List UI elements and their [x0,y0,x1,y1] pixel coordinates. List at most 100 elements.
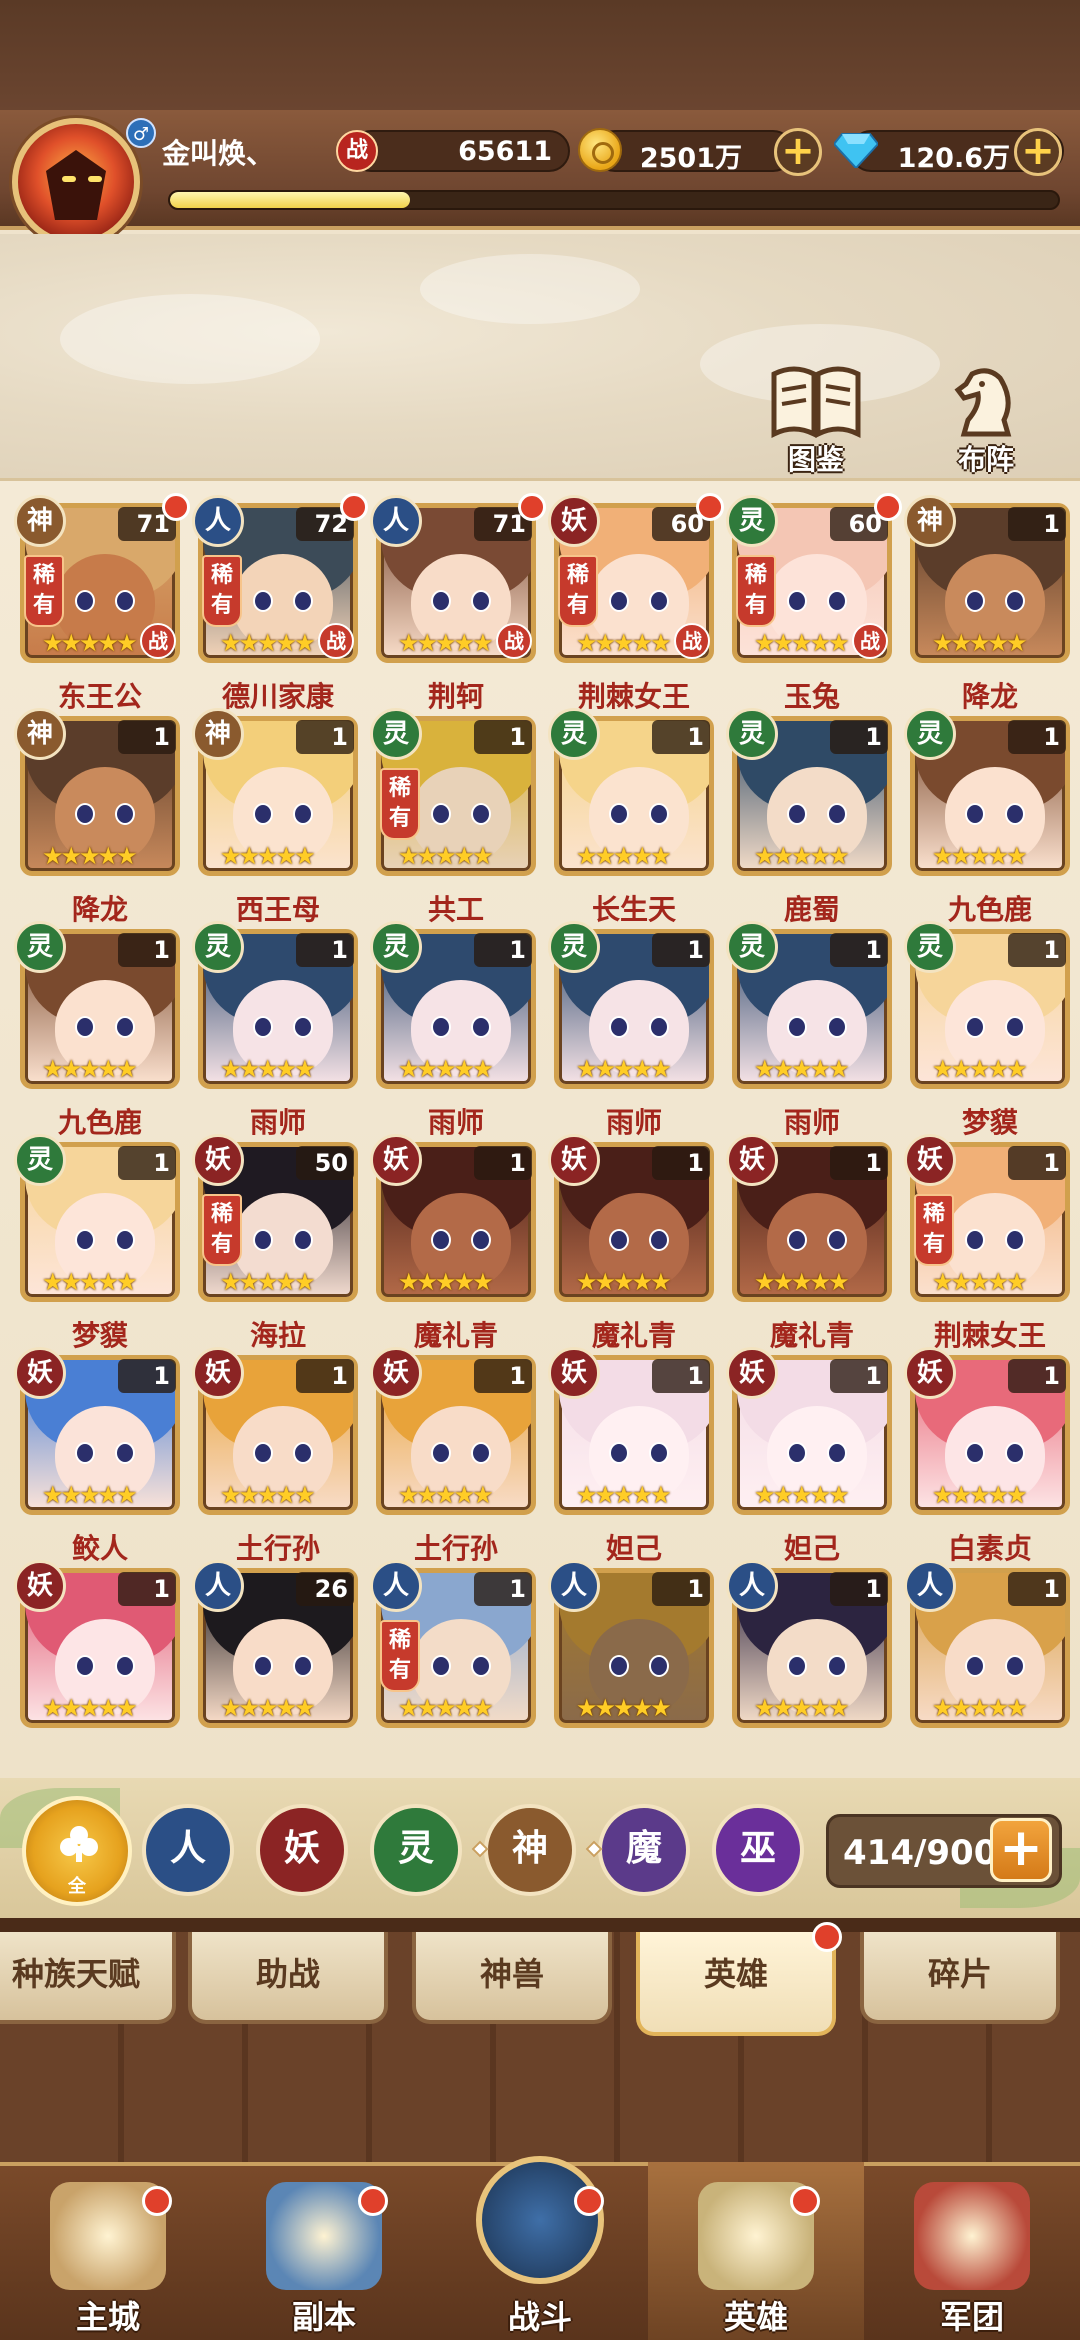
hero-card[interactable]: 人 1 稀有 ★★★★★ [370,1560,536,1728]
star-rating: ★★★★★ [576,1481,672,1509]
filter-all-button[interactable]: 全 [22,1796,132,1906]
nav-item[interactable]: 军团 [864,2162,1080,2340]
hero-card[interactable]: 灵 1 ★★★★★ 雨师 [726,921,892,1139]
hero-card[interactable]: 妖 1 ★★★★★ 土行孙 [192,1347,358,1565]
hero-card[interactable]: 妖 1 ★★★★★ 白素贞 [904,1347,1070,1565]
star-rating: ★★★★★ [220,629,316,657]
star-rating: ★★★★★ [754,1481,850,1509]
star-rating: ★★★★★ [932,842,1028,870]
hero-card[interactable]: 灵 1 ★★★★★ 梦貘 [904,921,1070,1139]
hero-card[interactable]: 灵 60 稀有 ★★★★★ 战玉兔 [726,493,902,713]
hero-card[interactable]: 妖 1 ★★★★★ 魔礼青 [548,1134,714,1352]
add-gold-button[interactable]: + [774,128,822,176]
sub-tab[interactable]: 英雄 [636,1922,842,2036]
hero-card[interactable]: 人 1 ★★★★★ [548,1560,714,1728]
star-rating: ★★★★★ [932,629,1028,657]
sub-tab[interactable]: 种族天赋 [0,1932,176,2024]
hero-card[interactable]: 人 71 ★★★★★ 战荆轲 [370,493,546,713]
filter-race-button[interactable]: 神 [484,1804,576,1896]
hero-eye [115,1016,135,1038]
power-pill: 65611 [350,130,570,172]
hero-card[interactable]: 灵 1 ★★★★★ 九色鹿 [904,708,1070,926]
hero-card[interactable]: 人 26 ★★★★★ [192,1560,358,1728]
star-rating: ★★★★★ [754,1694,850,1722]
codex-button[interactable]: 图鉴 [756,360,876,480]
sub-tab[interactable]: 神兽 [412,1932,612,2024]
filter-race-button[interactable]: 巫 [712,1804,804,1896]
filter-race-button[interactable]: 灵 [370,1804,462,1896]
hero-eye [787,1655,807,1677]
hero-eye [965,1655,985,1677]
star-rating: ★★★★★ [932,1268,1028,1296]
hero-eye [1005,590,1025,612]
hero-eye [965,590,985,612]
hero-eye [75,590,95,612]
hero-card[interactable]: 灵 1 ★★★★★ 九色鹿 [14,921,180,1139]
club-icon [60,1826,98,1862]
hero-level: 1 [830,720,888,754]
sub-tab[interactable]: 助战 [188,1932,388,2024]
notification-dot [874,493,902,521]
hero-eye [115,1442,135,1464]
hero-card[interactable]: 妖 1 稀有 ★★★★★ 荆棘女王 [904,1134,1070,1352]
star-rating: ★★★★★ [576,1268,672,1296]
gold-value: 2501万 [639,143,742,174]
hero-card[interactable]: 妖 1 ★★★★★ 土行孙 [370,1347,536,1565]
diamond-icon [834,133,878,168]
star-rating: ★★★★★ [220,1055,316,1083]
hero-card[interactable]: 神 1 ★★★★★ 西王母 [192,708,358,926]
filter-race-button[interactable]: 魔 [598,1804,690,1896]
hero-card[interactable]: 妖 1 ★★★★★ 妲己 [548,1347,714,1565]
hero-card[interactable]: 妖 60 稀有 ★★★★★ 战荆棘女王 [548,493,724,713]
nav-item[interactable]: 战斗 [432,2156,648,2340]
race-badge: 神 [192,708,244,760]
hero-eye [471,590,491,612]
nav-item[interactable]: 副本 [216,2162,432,2340]
sub-tab[interactable]: 碎片 [860,1932,1060,2024]
hero-card[interactable]: 灵 1 ★★★★★ 梦貘 [14,1134,180,1352]
nav-item[interactable]: 英雄 [648,2162,864,2340]
hero-card[interactable]: 人 72 稀有 ★★★★★ 战德川家康 [192,493,368,713]
formation-button[interactable]: 布阵 [926,360,1046,480]
hero-card[interactable]: 妖 1 ★★★★★ 魔礼青 [726,1134,892,1352]
hero-eye [253,1442,273,1464]
hero-eye [827,1655,847,1677]
male-icon: ♂ [126,118,156,148]
notification-dot [790,2186,820,2216]
hero-card[interactable]: 人 1 ★★★★★ [904,1560,1070,1728]
hero-card[interactable]: 人 1 ★★★★★ [726,1560,892,1728]
hero-card[interactable]: 妖 1 ★★★★★ 鲛人 [14,1347,180,1565]
avatar[interactable] [12,118,140,246]
race-badge: 妖 [904,1134,956,1186]
hero-card[interactable]: 神 1 ★★★★★ 降龙 [904,495,1070,713]
hero-card[interactable]: 灵 1 ★★★★★ 雨师 [192,921,358,1139]
hero-card[interactable]: 灵 1 ★★★★★ 鹿蜀 [726,708,892,926]
hero-eye [471,1229,491,1251]
hero-level: 26 [296,1572,354,1606]
hero-level: 1 [652,720,710,754]
notification-dot [812,1922,842,1952]
hero-card[interactable]: 灵 1 ★★★★★ 长生天 [548,708,714,926]
hero-card[interactable]: 灵 1 ★★★★★ 雨师 [548,921,714,1139]
filter-race-button[interactable]: 妖 [256,1804,348,1896]
add-gems-button[interactable]: + [1014,128,1062,176]
hero-card[interactable]: 妖 50 稀有 ★★★★★ 海拉 [192,1134,358,1352]
status-strip [0,0,1080,110]
expand-capacity-button[interactable]: + [990,1818,1052,1882]
race-badge: 妖 [14,1347,66,1399]
in-battle-badge: 战 [496,623,532,659]
in-battle-badge: 战 [852,623,888,659]
nav-item[interactable]: 主城 [0,2162,216,2340]
hero-eye [965,1442,985,1464]
hero-grid: 神 71 稀有 ★★★★★ 战东王公人 72 稀有 ★★★★★ 战德川家康人 71 ★★★★★ 战荆轲… [0,478,1080,1778]
hero-card[interactable]: 妖 1 ★★★★★ [14,1560,180,1728]
star-rating: ★★★★★ [932,1055,1028,1083]
hero-eye [649,1442,669,1464]
hero-card[interactable]: 妖 1 ★★★★★ 魔礼青 [370,1134,536,1352]
hero-card[interactable]: 妖 1 ★★★★★ 妲己 [726,1347,892,1565]
filter-race-button[interactable]: 人 [142,1804,234,1896]
hero-card[interactable]: 神 1 ★★★★★ 降龙 [14,708,180,926]
hero-card[interactable]: 灵 1 ★★★★★ 雨师 [370,921,536,1139]
hero-card[interactable]: 灵 1 稀有 ★★★★★ 共工 [370,708,536,926]
hero-card[interactable]: 神 71 稀有 ★★★★★ 战东王公 [14,493,190,713]
